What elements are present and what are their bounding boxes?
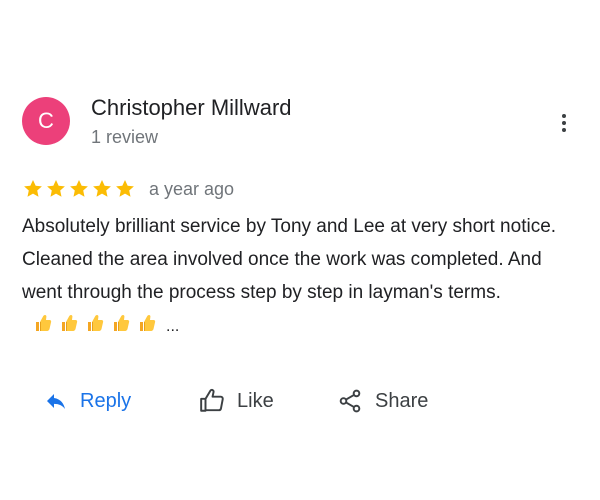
like-button[interactable]: Like bbox=[199, 384, 274, 418]
reply-button[interactable]: Reply bbox=[44, 384, 131, 418]
thumbs-up-emoji bbox=[114, 315, 130, 331]
thumb-up-outline-icon bbox=[200, 388, 224, 412]
menu-dot bbox=[562, 128, 566, 132]
thumbs-up-emoji bbox=[62, 315, 78, 331]
reply-arrow-icon bbox=[47, 394, 65, 409]
more-text-ellipsis[interactable]: ... bbox=[166, 318, 179, 335]
thumbs-up-emoji bbox=[140, 315, 156, 331]
review-count[interactable]: 1 review bbox=[91, 125, 158, 149]
star-icon bbox=[70, 180, 88, 197]
thumbs-up-emoji bbox=[36, 315, 52, 331]
like-label: Like bbox=[237, 389, 274, 412]
emoji-group bbox=[34, 313, 156, 333]
star-icon bbox=[116, 180, 134, 197]
star-icon bbox=[47, 180, 65, 197]
more-vert-icon[interactable] bbox=[554, 110, 574, 136]
reply-label: Reply bbox=[80, 389, 132, 412]
review-actions: Reply Like Share bbox=[0, 384, 600, 418]
menu-dot bbox=[562, 114, 566, 118]
star-icon bbox=[24, 180, 42, 197]
avatar-initial: C bbox=[38, 108, 54, 133]
star-rating bbox=[22, 178, 136, 200]
star-icon bbox=[93, 180, 111, 197]
rating-row: a year ago bbox=[22, 175, 234, 203]
share-button[interactable]: Share bbox=[337, 384, 428, 418]
reviewer-name[interactable]: Christopher Millward bbox=[91, 94, 292, 122]
thumbs-up-emoji bbox=[88, 315, 104, 331]
share-label: Share bbox=[375, 389, 429, 412]
review-text: Absolutely brilliant service by Tony and… bbox=[22, 210, 582, 343]
menu-dot bbox=[562, 121, 566, 125]
review-time: a year ago bbox=[149, 178, 235, 199]
avatar[interactable]: C bbox=[22, 97, 70, 145]
share-icon bbox=[339, 389, 361, 413]
review-body: Absolutely brilliant service by Tony and… bbox=[22, 216, 557, 303]
